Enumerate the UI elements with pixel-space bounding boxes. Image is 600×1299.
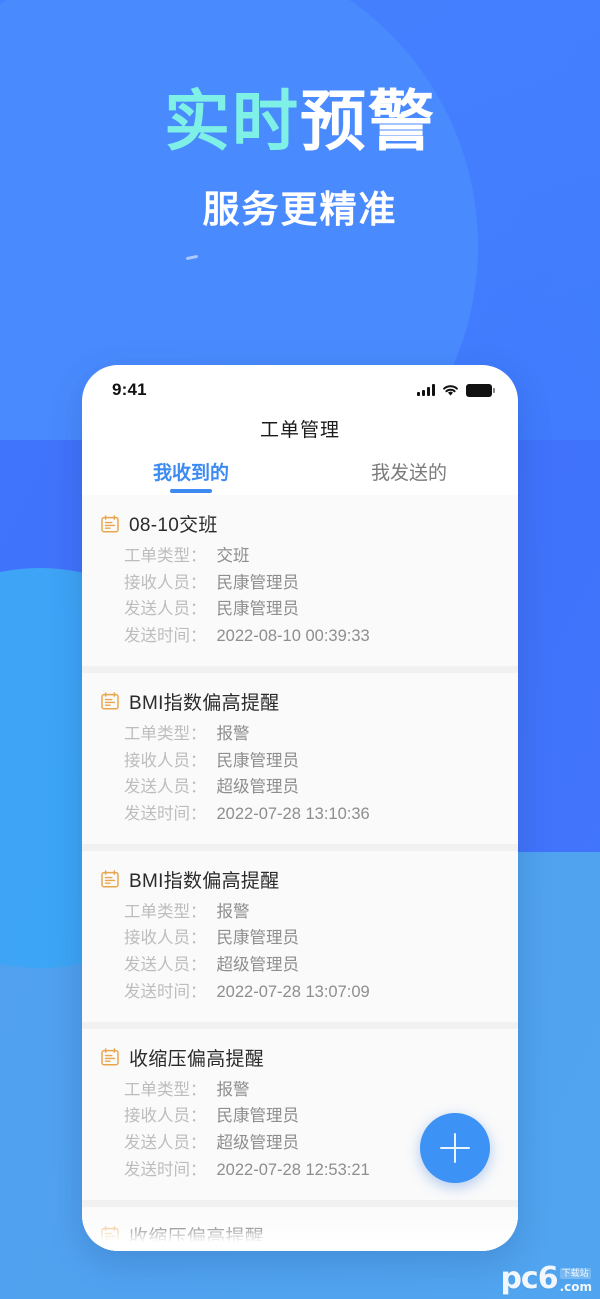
watermark-tld: .com bbox=[559, 1280, 592, 1294]
ticket-sender-value: 民康管理员 bbox=[216, 600, 300, 619]
wifi-icon bbox=[443, 384, 458, 396]
hero-subtitle: 服务更精准 bbox=[202, 189, 398, 231]
ticket-header: 收缩压偏高提醒 bbox=[100, 1044, 500, 1071]
ticket-type-value: 报警 bbox=[216, 724, 250, 743]
hero-title: 实时预警 bbox=[0, 84, 600, 158]
ticket-receiver-row: 接收人员： 民康管理员 bbox=[100, 570, 500, 597]
ticket-type-label: 工单类型： bbox=[124, 1080, 207, 1099]
list-item[interactable]: 08-10交班 工单类型： 交班 接收人员： 民康管理员 发送人员： 民康管理员… bbox=[82, 495, 518, 673]
ticket-header: BMI指数偏高提醒 bbox=[100, 688, 500, 715]
ticket-title: BMI指数偏高提醒 bbox=[129, 870, 280, 892]
tab-bar: 我收到的 我发送的 bbox=[82, 447, 518, 495]
ticket-type-label: 工单类型： bbox=[124, 902, 207, 921]
ticket-sender-value: 超级管理员 bbox=[216, 956, 300, 975]
ticket-title: BMI指数偏高提醒 bbox=[129, 692, 280, 714]
ticket-header: BMI指数偏高提醒 bbox=[100, 866, 500, 893]
ticket-time-value: 2022-07-28 12:53:21 bbox=[216, 1160, 370, 1179]
ticket-type-row: 工单类型： 报警 bbox=[100, 721, 500, 748]
ticket-time-label: 发送时间： bbox=[124, 982, 207, 1001]
status-bar-icons bbox=[417, 383, 495, 397]
ticket-sender-row: 发送人员： 民康管理员 bbox=[100, 596, 500, 623]
tab-active-indicator bbox=[170, 489, 212, 493]
ticket-sender-label: 发送人员： bbox=[124, 956, 207, 975]
ticket-receiver-value: 民康管理员 bbox=[216, 573, 300, 592]
ticket-receiver-value: 民康管理员 bbox=[216, 1107, 300, 1126]
list-item[interactable]: BMI指数偏高提醒 工单类型： 报警 接收人员： 民康管理员 发送人员： 超级管… bbox=[82, 672, 518, 851]
clipboard-icon bbox=[101, 692, 119, 710]
list-item[interactable]: BMI指数偏高提醒 工单类型： 报警 接收人员： 民康管理员 发送人员： 超级管… bbox=[82, 850, 518, 1029]
ticket-receiver-row: 接收人员： 民康管理员 bbox=[100, 925, 500, 952]
ticket-time-label: 发送时间： bbox=[124, 1160, 207, 1179]
tab-sent[interactable]: 我发送的 bbox=[300, 447, 518, 495]
ticket-sender-label: 发送人员： bbox=[124, 1134, 207, 1153]
ticket-sender-row: 发送人员： 超级管理员 bbox=[100, 774, 500, 801]
status-bar-time: 9:41 bbox=[112, 380, 147, 399]
tab-received[interactable]: 我收到的 bbox=[82, 447, 300, 495]
ticket-sender-label: 发送人员： bbox=[124, 778, 207, 797]
ticket-receiver-label: 接收人员： bbox=[124, 1107, 207, 1126]
watermark-side: 下载站 .com bbox=[559, 1268, 592, 1294]
ticket-sender-value: 超级管理员 bbox=[216, 1134, 300, 1153]
hero-banner: 实时预警 服务更精准 bbox=[0, 84, 600, 233]
ticket-title: 收缩压偏高提醒 bbox=[129, 1048, 265, 1070]
battery-icon bbox=[466, 383, 495, 397]
ticket-header: 08-10交班 bbox=[100, 510, 500, 537]
clipboard-icon bbox=[101, 1048, 119, 1066]
ticket-time-value: 2022-07-28 13:10:36 bbox=[216, 805, 370, 824]
ticket-time-label: 发送时间： bbox=[124, 627, 207, 646]
ticket-receiver-value: 民康管理员 bbox=[216, 751, 300, 770]
status-bar: 9:41 bbox=[82, 365, 518, 409]
tab-received-label: 我收到的 bbox=[152, 462, 229, 484]
clipboard-icon bbox=[101, 514, 119, 532]
watermark-brand: pc6 bbox=[500, 1261, 558, 1297]
tab-sent-label: 我发送的 bbox=[370, 462, 447, 484]
site-watermark: pc6 下载站 .com bbox=[500, 1261, 592, 1297]
ticket-type-value: 报警 bbox=[216, 902, 250, 921]
hero-title-main: 预警 bbox=[300, 84, 436, 158]
add-ticket-button[interactable] bbox=[420, 1113, 490, 1183]
watermark-cn: 下载站 bbox=[559, 1268, 591, 1279]
ticket-type-label: 工单类型： bbox=[124, 724, 207, 743]
ticket-sender-row: 发送人员： 超级管理员 bbox=[100, 952, 500, 979]
promo-screenshot: 实时预警 服务更精准 9:41 工单管理 我收到的 我发送的 08-10交班 工… bbox=[0, 0, 600, 1299]
ticket-time-row: 发送时间： 2022-07-28 13:07:09 bbox=[100, 979, 500, 1006]
ticket-type-row: 工单类型： 报警 bbox=[100, 899, 500, 926]
signal-bars-icon bbox=[417, 384, 435, 396]
plus-icon bbox=[440, 1133, 470, 1163]
ticket-type-row: 工单类型： 报警 bbox=[100, 1077, 500, 1104]
page-title: 工单管理 bbox=[259, 419, 340, 441]
phone-mockup: 9:41 工单管理 我收到的 我发送的 08-10交班 工单类型： 交班 接收人… bbox=[82, 365, 518, 1251]
ticket-type-value: 报警 bbox=[216, 1080, 250, 1099]
ticket-receiver-label: 接收人员： bbox=[124, 573, 207, 592]
ticket-receiver-value: 民康管理员 bbox=[216, 929, 300, 948]
ticket-type-label: 工单类型： bbox=[124, 547, 207, 565]
ticket-time-row: 发送时间： 2022-07-28 13:10:36 bbox=[100, 801, 500, 828]
ticket-receiver-label: 接收人员： bbox=[124, 751, 207, 770]
ticket-title: 08-10交班 bbox=[129, 515, 218, 536]
ticket-title: 收缩压偏高提醒 bbox=[129, 1226, 265, 1248]
nav-bar: 工单管理 bbox=[82, 409, 518, 447]
list-item[interactable]: 收缩压偏高提醒 工单类型： 报警 接收人员： 民康管理员 bbox=[82, 1206, 518, 1251]
ticket-sender-label: 发送人员： bbox=[124, 600, 207, 619]
ticket-receiver-label: 接收人员： bbox=[124, 929, 207, 948]
ticket-time-value: 2022-08-10 00:39:33 bbox=[216, 627, 370, 646]
clipboard-icon bbox=[101, 870, 119, 888]
ticket-receiver-row: 接收人员： 民康管理员 bbox=[100, 748, 500, 775]
ticket-type-row: 工单类型： 交班 bbox=[100, 543, 500, 570]
ticket-type-value: 交班 bbox=[216, 547, 250, 565]
ticket-time-label: 发送时间： bbox=[124, 805, 207, 824]
ticket-header: 收缩压偏高提醒 bbox=[100, 1222, 500, 1249]
hero-title-accent: 实时 bbox=[164, 84, 300, 158]
ticket-time-row: 发送时间： 2022-08-10 00:39:33 bbox=[100, 623, 500, 650]
ticket-time-value: 2022-07-28 13:07:09 bbox=[216, 982, 370, 1001]
clipboard-icon bbox=[101, 1226, 119, 1244]
ticket-sender-value: 超级管理员 bbox=[216, 778, 300, 797]
